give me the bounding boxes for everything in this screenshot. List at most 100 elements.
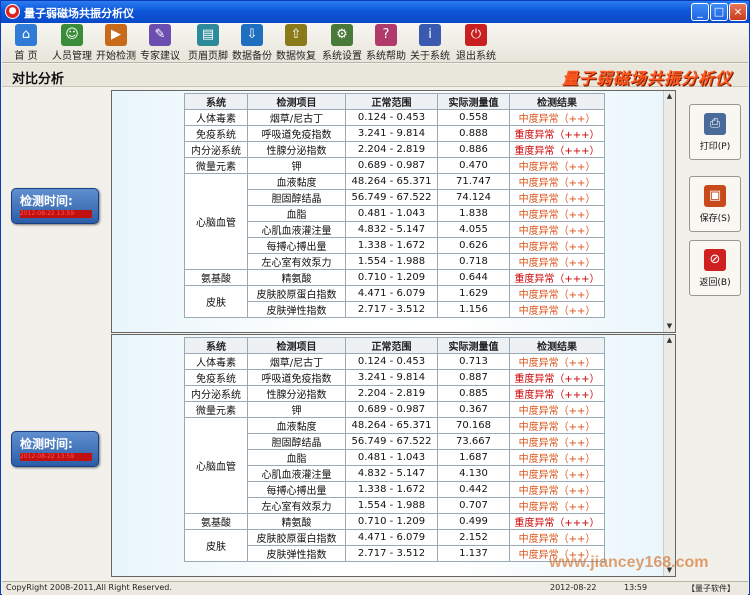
scroll-up-arrow-icon[interactable]: ▲ bbox=[665, 92, 674, 101]
system-cell: 内分泌系统 bbox=[184, 141, 248, 158]
watermark: www.jiancey168.com bbox=[549, 554, 709, 571]
item-cell: 呼吸道免疫指数 bbox=[247, 369, 346, 386]
status-time: 13:59 bbox=[624, 583, 648, 592]
toolbar-button-expert[interactable]: ✎ 专家建议 bbox=[134, 24, 186, 62]
item-cell: 精氨酸 bbox=[247, 513, 346, 530]
table-row: 左心室有效泵力 1.554 - 1.988 0.718 中度异常（++） bbox=[185, 253, 605, 270]
value-cell: 70.168 bbox=[437, 417, 510, 434]
start-icon: ▶ bbox=[105, 24, 127, 46]
item-cell: 皮肤弹性指数 bbox=[247, 301, 346, 318]
toolbar-label: 关于系统 bbox=[410, 51, 450, 62]
window-title: 量子弱磁场共振分析仪 bbox=[24, 7, 134, 20]
value-cell: 1.137 bbox=[437, 545, 510, 562]
item-cell: 左心室有效泵力 bbox=[247, 497, 346, 514]
time-box-2: 检测时间: 2012-08-22 13:59 bbox=[11, 431, 99, 467]
item-cell: 钾 bbox=[247, 401, 346, 418]
copyright-text: CopyRight 2008-2011,All Right Reserved. bbox=[6, 583, 172, 592]
toolbar-label: 专家建议 bbox=[140, 51, 180, 62]
item-cell: 血液黏度 bbox=[247, 417, 346, 434]
range-cell: 1.338 - 1.672 bbox=[345, 237, 438, 254]
range-cell: 1.338 - 1.672 bbox=[345, 481, 438, 498]
value-cell: 0.470 bbox=[437, 157, 510, 174]
value-cell: 2.152 bbox=[437, 529, 510, 546]
result-cell: 中度异常（++） bbox=[509, 481, 605, 498]
table-row: 内分泌系统 性腺分泌指数 2.204 - 2.819 0.885 重度异常（+++） bbox=[184, 385, 605, 402]
value-cell: 1.156 bbox=[437, 301, 510, 318]
value-cell: 4.055 bbox=[437, 221, 510, 238]
system-cell: 内分泌系统 bbox=[184, 385, 248, 402]
item-cell: 烟草/尼古丁 bbox=[247, 109, 346, 126]
exit-icon: ⏻ bbox=[465, 24, 487, 46]
result-cell: 中度异常（++） bbox=[509, 285, 605, 302]
result-cell: 中度异常（++） bbox=[509, 221, 605, 238]
table-row: 免疫系统 呼吸道免疫指数 3.241 - 9.814 0.888 重度异常（+++） bbox=[184, 125, 605, 142]
save-button[interactable]: ▣ 保存(S) bbox=[689, 176, 741, 232]
column-header: 正常范围 bbox=[345, 93, 438, 110]
result-cell: 重度异常（+++） bbox=[509, 513, 605, 530]
action-label: 返回(B) bbox=[699, 278, 731, 288]
item-cell: 呼吸道免疫指数 bbox=[247, 125, 346, 142]
header-footer-icon: ▤ bbox=[197, 24, 219, 46]
close-button[interactable]: × bbox=[729, 3, 747, 21]
range-cell: 4.832 - 5.147 bbox=[345, 465, 438, 482]
range-cell: 2.204 - 2.819 bbox=[345, 141, 438, 158]
value-cell: 0.885 bbox=[437, 385, 510, 402]
value-cell: 0.626 bbox=[437, 237, 510, 254]
table-row: 心脑血管 血液黏度 48.264 - 65.371 71.747 中度异常（++） bbox=[184, 173, 605, 270]
result-cell: 中度异常（++） bbox=[509, 449, 605, 466]
table-row: 心肌血液灌注量 4.832 - 5.147 4.055 中度异常（++） bbox=[185, 221, 605, 238]
result-table: 系统 检测项目 正常范围 实际测量值 检测结果 人体毒素 烟草/尼古丁 0.124 - 0.4… bbox=[184, 93, 605, 318]
result-cell: 中度异常（++） bbox=[509, 417, 605, 434]
column-header: 检测项目 bbox=[247, 93, 346, 110]
result-cell: 中度异常（++） bbox=[509, 253, 605, 270]
minimize-button[interactable]: _ bbox=[691, 3, 709, 21]
sub-header: 对比分析 量子弱磁场共振分析仪 bbox=[2, 64, 748, 88]
printer-button[interactable]: ⎙ 打印(P) bbox=[689, 104, 741, 160]
table-row: 每搏心搏出量 1.338 - 1.672 0.442 中度异常（++） bbox=[185, 481, 605, 498]
help-icon: ? bbox=[375, 24, 397, 46]
scroll-down-arrow-icon[interactable]: ▼ bbox=[665, 322, 674, 331]
value-cell: 4.130 bbox=[437, 465, 510, 482]
value-cell: 0.644 bbox=[437, 269, 510, 286]
time-box-1: 检测时间: 2012-08-22 13:59 bbox=[11, 188, 99, 224]
back-button[interactable]: ⊘ 返回(B) bbox=[689, 240, 741, 296]
column-header: 检测结果 bbox=[509, 337, 605, 354]
time-label: 检测时间: bbox=[20, 194, 73, 208]
item-cell: 性腺分泌指数 bbox=[247, 141, 346, 158]
table-row: 内分泌系统 性腺分泌指数 2.204 - 2.819 0.886 重度异常（+++） bbox=[184, 141, 605, 158]
value-cell: 0.558 bbox=[437, 109, 510, 126]
toolbar-button-home[interactable]: ⌂ 首 页 bbox=[10, 24, 42, 62]
result-cell: 中度异常（++） bbox=[509, 109, 605, 126]
range-cell: 0.710 - 1.209 bbox=[345, 269, 438, 286]
table-row: 血脂 0.481 - 1.043 1.838 中度异常（++） bbox=[185, 205, 605, 222]
toolbar-button-about[interactable]: i 关于系统 bbox=[404, 24, 456, 62]
column-header: 系统 bbox=[184, 93, 248, 110]
result-cell: 中度异常（++） bbox=[509, 353, 605, 370]
system-cell: 免疫系统 bbox=[184, 125, 248, 142]
system-cell: 微量元素 bbox=[184, 157, 248, 174]
system-cell: 人体毒素 bbox=[184, 109, 248, 126]
vertical-scrollbar[interactable]: ▲ ▼ bbox=[663, 91, 675, 332]
system-cell: 氨基酸 bbox=[184, 513, 248, 530]
home-icon: ⌂ bbox=[15, 24, 37, 46]
app-icon: ● bbox=[5, 4, 20, 19]
range-cell: 4.832 - 5.147 bbox=[345, 221, 438, 238]
maximize-button[interactable]: □ bbox=[710, 3, 728, 21]
toolbar-button-restore[interactable]: ⇧ 数据恢复 bbox=[270, 24, 322, 62]
range-cell: 2.717 - 3.512 bbox=[345, 301, 438, 318]
table-row: 人体毒素 烟草/尼古丁 0.124 - 0.453 0.558 中度异常（++） bbox=[184, 109, 605, 126]
toolbar-button-exit[interactable]: ⏻ 退出系统 bbox=[450, 24, 502, 62]
value-cell: 0.886 bbox=[437, 141, 510, 158]
table-row: 每搏心搏出量 1.338 - 1.672 0.626 中度异常（++） bbox=[185, 237, 605, 254]
item-cell: 皮肤胶原蛋白指数 bbox=[247, 285, 346, 302]
report-panel-2: 系统 检测项目 正常范围 实际测量值 检测结果 人体毒素 烟草/尼古丁 0.124 - 0.4… bbox=[111, 334, 676, 577]
result-cell: 中度异常（++） bbox=[509, 401, 605, 418]
table-row: 皮肤弹性指数 2.717 - 3.512 1.137 中度异常（++） bbox=[185, 545, 605, 562]
vertical-scrollbar[interactable]: ▲ ▼ bbox=[663, 335, 675, 576]
table-row: 胆固醇结晶 56.749 - 67.522 73.667 中度异常（++） bbox=[185, 433, 605, 450]
back-icon: ⊘ bbox=[704, 249, 726, 271]
value-cell: 0.442 bbox=[437, 481, 510, 498]
scroll-up-arrow-icon[interactable]: ▲ bbox=[665, 336, 674, 345]
users-icon: ☺ bbox=[61, 24, 83, 46]
action-label: 保存(S) bbox=[699, 214, 731, 224]
